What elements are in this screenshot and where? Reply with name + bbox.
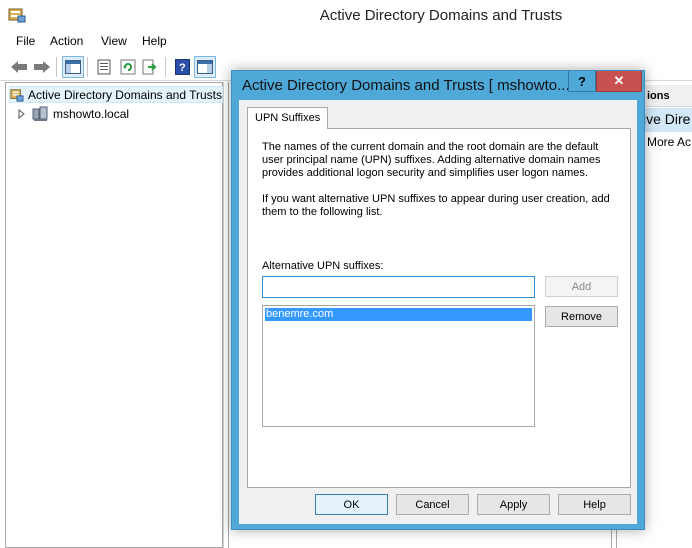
description-text: The names of the current domain and the …: [262, 141, 601, 179]
tree-root-label: Active Directory Domains and Trusts: [27, 87, 222, 102]
list-item[interactable]: benemre.com: [265, 308, 532, 321]
dialog-title: Active Directory Domains and Trusts [ ms…: [242, 77, 570, 94]
menu-view[interactable]: View: [101, 34, 127, 48]
upn-suffixes-dialog: Active Directory Domains and Trusts [ ms…: [231, 70, 645, 530]
dialog-body: UPN Suffixes The names of the current do…: [239, 100, 637, 524]
instruction-text: If you want alternative UPN suffixes to …: [262, 193, 610, 218]
alternative-upn-label: Alternative UPN suffixes:: [262, 260, 384, 272]
more-actions-link[interactable]: More Ac: [647, 135, 692, 149]
menu-help[interactable]: Help: [142, 34, 167, 48]
properties-icon[interactable]: [93, 56, 115, 78]
cancel-button[interactable]: Cancel: [396, 494, 469, 515]
tree-item-domain[interactable]: mshowto.local: [18, 105, 129, 122]
toolbar-separator: [165, 57, 166, 77]
back-icon[interactable]: [8, 56, 30, 78]
show-hide-action-pane-icon[interactable]: [194, 56, 216, 78]
dialog-help-button[interactable]: ?: [568, 71, 596, 92]
tree-domain-label: mshowto.local: [53, 106, 130, 121]
export-list-icon[interactable]: [139, 56, 161, 78]
ok-button[interactable]: OK: [315, 494, 388, 515]
upn-suffix-list[interactable]: benemre.com: [262, 305, 535, 427]
domain-icon: [32, 106, 48, 121]
toolbar-separator: [56, 57, 57, 77]
ad-domains-trusts-icon: [10, 88, 24, 102]
help-icon[interactable]: ?: [171, 56, 193, 78]
toolbar-separator: [87, 57, 88, 77]
help-button[interactable]: Help: [558, 494, 631, 515]
menu-file[interactable]: File: [16, 34, 35, 48]
menu-bar: File Action View Help: [0, 31, 692, 53]
tab-upn-suffixes[interactable]: UPN Suffixes: [247, 107, 329, 129]
add-button[interactable]: Add: [545, 276, 618, 297]
console-tree-pane: Active Directory Domains and Trusts msho…: [5, 82, 223, 548]
svg-text:?: ?: [179, 62, 186, 74]
dialog-close-button[interactable]: ✕: [596, 71, 642, 92]
tree-root-item[interactable]: Active Directory Domains and Trusts: [9, 86, 223, 103]
remove-button[interactable]: Remove: [545, 306, 618, 327]
upn-suffixes-panel: The names of the current domain and the …: [247, 128, 631, 488]
apply-button[interactable]: Apply: [477, 494, 550, 515]
menu-action[interactable]: Action: [50, 34, 83, 48]
upn-suffix-input[interactable]: [262, 276, 535, 298]
main-title-bar: Active Directory Domains and Trusts: [0, 0, 692, 31]
expand-chevron-icon[interactable]: [18, 108, 26, 119]
forward-icon[interactable]: [31, 56, 53, 78]
refresh-icon[interactable]: [117, 56, 139, 78]
window-title: Active Directory Domains and Trusts: [319, 7, 563, 24]
show-hide-console-tree-icon[interactable]: [62, 56, 84, 78]
